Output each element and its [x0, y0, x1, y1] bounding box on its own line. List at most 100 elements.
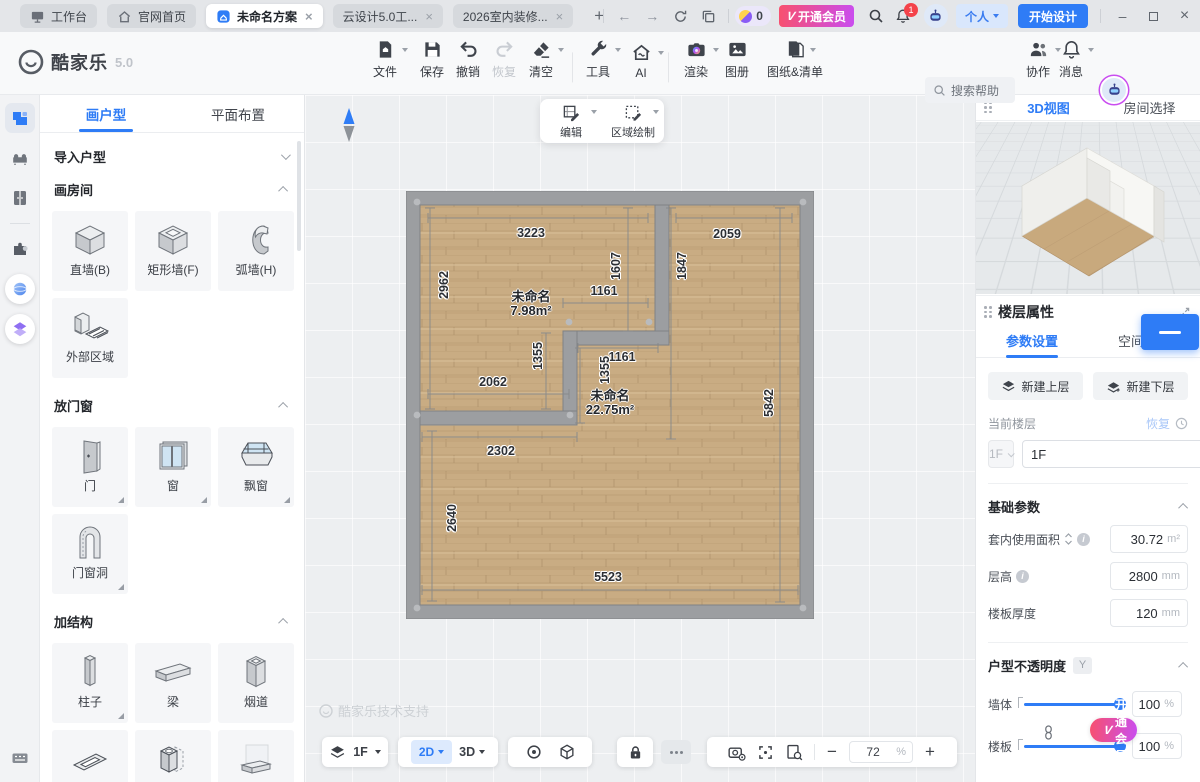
tab-current-design[interactable]: 未命名方案 ×: [206, 4, 323, 28]
tab-plane-layout[interactable]: 平面布置: [172, 95, 304, 132]
restore-link[interactable]: 恢复: [1146, 415, 1170, 432]
new-lower-floor-button[interactable]: 新建下层: [1093, 372, 1188, 400]
section-structures[interactable]: 加结构: [54, 612, 288, 631]
edit-button[interactable]: 编辑: [540, 99, 602, 143]
tool-hole[interactable]: 洞口: [52, 730, 128, 782]
basic-params-header[interactable]: 基础参数: [988, 497, 1188, 516]
tab-2026-decor[interactable]: 2026室内装修... ×: [453, 4, 573, 28]
minimize-button[interactable]: –: [1107, 8, 1138, 24]
toolbar-render[interactable]: 渲染: [674, 39, 718, 80]
orbit-view-icon[interactable]: [525, 743, 543, 761]
zoom-region-icon[interactable]: [785, 743, 804, 762]
forward-button[interactable]: →: [638, 8, 666, 24]
tab-workbench[interactable]: 工作台: [20, 4, 97, 28]
tool-straight-wall[interactable]: 直墙(B): [52, 211, 128, 291]
toolbar-album[interactable]: 图册: [715, 39, 759, 80]
rail-cabinet-tool[interactable]: [5, 183, 35, 213]
cube-view-icon[interactable]: [558, 743, 576, 761]
section-import-floorplan[interactable]: 导入户型: [54, 147, 288, 166]
rail-floorplan-tool[interactable]: [5, 103, 35, 133]
close-window-button[interactable]: ×: [1169, 7, 1200, 25]
refresh-button[interactable]: [666, 9, 694, 24]
tab-home[interactable]: 官网首页: [107, 4, 196, 28]
zoom-level-input[interactable]: 72 %: [849, 741, 913, 763]
section-doors-windows[interactable]: 放门窗: [54, 396, 288, 415]
tool-low-wall[interactable]: 矮墙: [218, 730, 294, 782]
toolbar-clear[interactable]: 清空: [519, 39, 563, 80]
stepper-icon[interactable]: [1064, 533, 1073, 545]
floor-name-input[interactable]: [1022, 440, 1200, 468]
history-clock-icon[interactable]: [1175, 417, 1188, 430]
notifications-button[interactable]: 1: [890, 8, 916, 24]
tool-opening[interactable]: 门窗洞: [52, 514, 128, 594]
upgrade-member-button[interactable]: V 开通会员: [779, 5, 854, 27]
link-sliders-icon[interactable]: [1043, 725, 1054, 740]
more-tools-button[interactable]: [661, 740, 691, 764]
duplicate-button[interactable]: [694, 9, 722, 24]
mode-3d-button[interactable]: 3D: [459, 745, 485, 759]
slab-opacity-input[interactable]: 100 %: [1132, 733, 1182, 759]
tool-door[interactable]: 门: [52, 427, 128, 507]
rail-shortcuts[interactable]: [0, 748, 40, 768]
wall-opacity-input[interactable]: 100 %: [1132, 691, 1182, 717]
slab-thickness-input[interactable]: 120 mm: [1110, 599, 1188, 627]
toolbar-ai[interactable]: AI: [619, 42, 663, 80]
tool-outdoor-area[interactable]: 外部区域: [52, 298, 128, 378]
tool-pipe-wrap[interactable]: 包管: [135, 730, 211, 782]
back-button[interactable]: ←: [610, 8, 638, 24]
mode-2d-button[interactable]: 2D: [411, 740, 452, 764]
assistant-avatar[interactable]: [924, 4, 948, 28]
wall-opacity-slider[interactable]: [1022, 697, 1122, 711]
floor-height-input[interactable]: 2800 mm: [1110, 562, 1188, 590]
help-search-input[interactable]: 搜索帮助: [925, 77, 1015, 103]
close-icon[interactable]: ×: [305, 9, 313, 24]
tab-cloud-design[interactable]: 云设计5.0工... ×: [333, 4, 443, 28]
maximize-button[interactable]: [1138, 8, 1169, 24]
collapsed-panel-button[interactable]: [1141, 314, 1199, 350]
new-upper-floor-button[interactable]: 新建上层: [988, 372, 1083, 400]
tab-parameter-settings[interactable]: 参数设置: [976, 328, 1088, 357]
zoom-in-button[interactable]: +: [923, 745, 937, 759]
north-compass-icon[interactable]: [341, 107, 357, 143]
tool-column[interactable]: 柱子: [52, 643, 128, 723]
drag-handle-icon[interactable]: [984, 102, 992, 114]
tool-bay-window[interactable]: 飘窗: [218, 427, 294, 507]
zoom-out-button[interactable]: −: [825, 745, 839, 759]
floorplan-canvas[interactable]: 编辑 区域绘制: [305, 95, 975, 782]
drag-handle-icon[interactable]: [984, 306, 992, 318]
rail-design-app[interactable]: [5, 314, 35, 344]
lock-button[interactable]: [617, 737, 653, 767]
section-draw-rooms[interactable]: 画房间: [54, 180, 288, 199]
3d-preview[interactable]: [976, 122, 1200, 294]
rail-sphere-app[interactable]: [5, 274, 35, 304]
opacity-header[interactable]: 户型不透明度 Y: [988, 656, 1188, 675]
toolbar-messages[interactable]: 消息: [1049, 39, 1093, 80]
info-icon[interactable]: i: [1077, 533, 1090, 546]
toolbar-file[interactable]: 文件: [363, 39, 407, 80]
camera-settings-icon[interactable]: [727, 743, 746, 762]
tab-draw-floorplan[interactable]: 画户型: [40, 95, 172, 132]
toolbar-drawings[interactable]: 图纸&清单: [760, 39, 830, 80]
inner-area-input[interactable]: 30.72 m²: [1110, 525, 1188, 553]
close-icon[interactable]: ×: [556, 9, 564, 24]
start-design-button[interactable]: 开始设计: [1018, 4, 1088, 28]
floor-selector[interactable]: 1F: [322, 737, 388, 767]
tool-arc-wall[interactable]: 弧墙(H): [218, 211, 294, 291]
floor-select-dropdown[interactable]: 1F: [988, 440, 1014, 468]
fit-view-icon[interactable]: [756, 743, 775, 762]
toolbar-tools[interactable]: 工具: [576, 39, 620, 80]
open-member-button[interactable]: V 开通会员: [1100, 76, 1128, 104]
tool-flue[interactable]: 烟道: [218, 643, 294, 723]
room-label[interactable]: 未命名 22.75m²: [586, 389, 634, 417]
account-menu-button[interactable]: 个人: [956, 4, 1008, 28]
tool-rect-wall[interactable]: 矩形墙(F): [135, 211, 211, 291]
search-button[interactable]: [862, 8, 890, 24]
rail-plugins[interactable]: [5, 234, 35, 264]
rail-furniture-tool[interactable]: [5, 143, 35, 173]
info-icon[interactable]: i: [1016, 570, 1029, 583]
room-label[interactable]: 未命名 7.98m²: [510, 290, 551, 318]
tool-window[interactable]: 窗: [135, 427, 211, 507]
tool-beam[interactable]: 梁: [135, 643, 211, 723]
region-draw-button[interactable]: 区域绘制: [602, 99, 664, 143]
scrollbar[interactable]: [297, 141, 301, 251]
